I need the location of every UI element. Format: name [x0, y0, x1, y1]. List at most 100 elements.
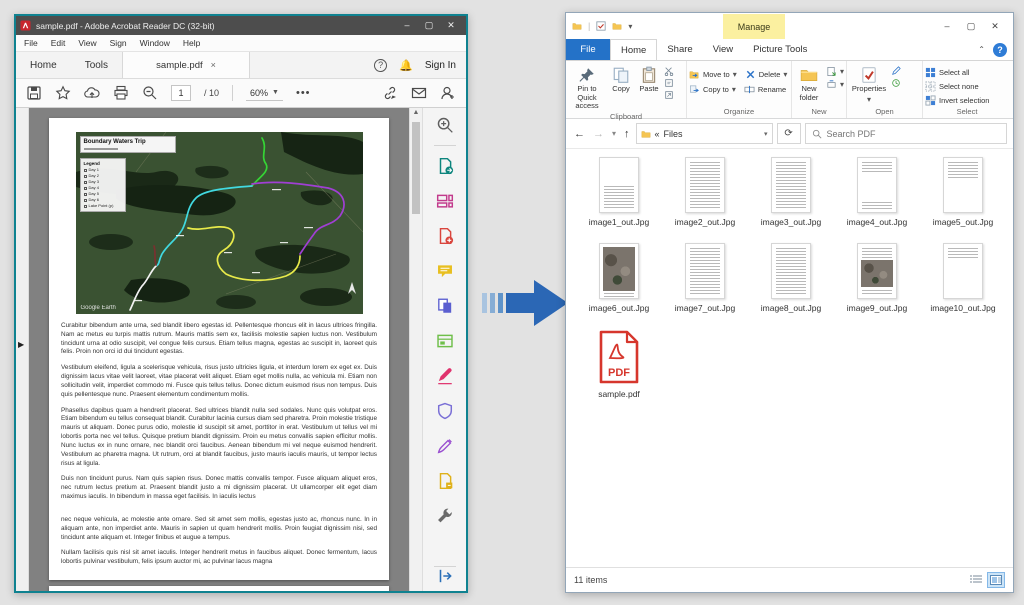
- breadcrumb-folder[interactable]: Files: [664, 129, 683, 139]
- chevron-down-icon[interactable]: ▾: [764, 130, 768, 138]
- details-view-button[interactable]: [967, 572, 985, 588]
- copy-to-button[interactable]: Copy to ▾: [689, 84, 736, 95]
- export-pdf-icon[interactable]: [436, 157, 454, 175]
- menu-item-help[interactable]: Help: [183, 38, 200, 48]
- pin-to-quick-access-button[interactable]: Pin to Quick access: [568, 64, 606, 111]
- create-pdf-icon[interactable]: [436, 227, 454, 245]
- file-thumbnail[interactable]: [771, 243, 811, 299]
- expand-tools-pane-icon[interactable]: [436, 567, 454, 585]
- save-icon[interactable]: [26, 85, 42, 101]
- cut-icon[interactable]: [664, 66, 674, 76]
- file-item[interactable]: image4_out.Jpg: [834, 157, 920, 239]
- file-thumbnail[interactable]: [599, 157, 639, 213]
- file-thumbnail[interactable]: [599, 243, 639, 299]
- menu-item-view[interactable]: View: [78, 38, 96, 48]
- file-thumbnail[interactable]: [943, 157, 983, 213]
- menu-item-file[interactable]: File: [24, 38, 38, 48]
- zoom-level-dropdown[interactable]: 60% ▼: [246, 86, 283, 101]
- delete-button[interactable]: Delete ▾: [745, 69, 787, 80]
- paste-button[interactable]: Paste: [636, 64, 662, 94]
- more-tools-icon[interactable]: [436, 507, 454, 525]
- account-person-icon[interactable]: [440, 85, 456, 101]
- rename-button[interactable]: Rename: [744, 84, 786, 95]
- menu-item-sign[interactable]: Sign: [110, 38, 127, 48]
- properties-button[interactable]: Properties ▾: [849, 64, 889, 104]
- tab-home[interactable]: Home: [16, 52, 71, 78]
- manage-contextual-tab[interactable]: Manage: [723, 14, 785, 39]
- file-thumbnail[interactable]: [685, 157, 725, 213]
- tab-picture-tools[interactable]: Picture Tools: [743, 39, 817, 60]
- nav-pane-strip[interactable]: ▶: [16, 108, 29, 591]
- copy-path-icon[interactable]: [664, 78, 674, 88]
- folder-icon[interactable]: [612, 21, 622, 31]
- menu-item-edit[interactable]: Edit: [51, 38, 66, 48]
- close-button[interactable]: ✕: [440, 20, 462, 31]
- thumbnail-view-button[interactable]: [987, 572, 1005, 588]
- file-item[interactable]: image7_out.Jpg: [662, 243, 748, 325]
- maximize-button[interactable]: ▢: [959, 21, 983, 32]
- document-tab[interactable]: sample.pdf ×: [122, 52, 251, 78]
- file-item[interactable]: image6_out.Jpg: [576, 243, 662, 325]
- page-number-input[interactable]: 1: [171, 85, 191, 101]
- organize-pages-icon[interactable]: [436, 192, 454, 210]
- expand-pane-icon[interactable]: ▶: [18, 340, 24, 349]
- file-thumbnail[interactable]: PDF: [596, 329, 642, 385]
- edit-pdf-icon[interactable]: [436, 332, 454, 350]
- copy-button[interactable]: Copy: [608, 64, 634, 94]
- file-item[interactable]: image2_out.Jpg: [662, 157, 748, 239]
- recent-locations-icon[interactable]: ▾: [610, 129, 618, 138]
- tab-tools[interactable]: Tools: [71, 52, 122, 78]
- email-icon[interactable]: [411, 85, 427, 101]
- file-item[interactable]: image10_out.Jpg: [920, 243, 1006, 325]
- menu-item-window[interactable]: Window: [140, 38, 170, 48]
- sign-in-button[interactable]: Sign In: [425, 60, 456, 71]
- invert-selection-button[interactable]: Invert selection: [925, 95, 989, 106]
- help-icon[interactable]: ?: [374, 58, 388, 72]
- up-button[interactable]: ↑: [622, 128, 632, 140]
- select-none-button[interactable]: Select none: [925, 81, 979, 92]
- new-folder-button[interactable]: New folder: [794, 64, 824, 102]
- combine-files-icon[interactable]: [436, 297, 454, 315]
- forward-button[interactable]: →: [591, 128, 606, 140]
- stamp-icon[interactable]: [436, 472, 454, 490]
- file-item[interactable]: PDF sample.pdf: [576, 329, 662, 411]
- close-button[interactable]: ✕: [983, 21, 1007, 32]
- minimize-button[interactable]: –: [935, 21, 959, 32]
- cloud-upload-icon[interactable]: [84, 85, 100, 101]
- star-favorites-icon[interactable]: [55, 85, 71, 101]
- help-icon[interactable]: ?: [993, 42, 1007, 57]
- document-tab-close-icon[interactable]: ×: [211, 60, 216, 70]
- select-all-button[interactable]: Select all: [925, 67, 969, 78]
- maximize-button[interactable]: ▢: [418, 20, 440, 31]
- vertical-scrollbar[interactable]: ▲: [409, 108, 422, 591]
- history-icon[interactable]: [891, 78, 901, 88]
- file-item[interactable]: image3_out.Jpg: [748, 157, 834, 239]
- tab-file[interactable]: File: [566, 39, 610, 60]
- tab-share[interactable]: Share: [657, 39, 702, 60]
- notification-bell-icon[interactable]: 🔔: [399, 59, 413, 72]
- breadcrumb[interactable]: « Files ▾: [635, 123, 773, 144]
- move-to-button[interactable]: Move to ▾: [689, 69, 737, 80]
- folder-icon[interactable]: [572, 21, 582, 31]
- scroll-up-icon[interactable]: ▲: [410, 109, 422, 116]
- comment-icon[interactable]: [436, 262, 454, 280]
- easy-access-button[interactable]: ▾: [826, 79, 844, 90]
- protect-icon[interactable]: [436, 402, 454, 420]
- checkbox-icon[interactable]: [596, 21, 606, 31]
- minimize-button[interactable]: –: [396, 20, 418, 31]
- search-input[interactable]: Search PDF: [804, 123, 1007, 144]
- file-thumbnail[interactable]: [771, 157, 811, 213]
- file-item[interactable]: image5_out.Jpg: [920, 157, 1006, 239]
- collapse-ribbon-icon[interactable]: ⌃: [978, 45, 985, 54]
- file-thumbnail[interactable]: [685, 243, 725, 299]
- file-thumbnail[interactable]: [857, 157, 897, 213]
- share-link-icon[interactable]: [382, 85, 398, 101]
- file-item[interactable]: image8_out.Jpg: [748, 243, 834, 325]
- print-icon[interactable]: [113, 85, 129, 101]
- fill-sign-icon[interactable]: [436, 367, 454, 385]
- new-item-button[interactable]: ▾: [826, 66, 844, 77]
- zoom-out-icon[interactable]: [142, 85, 158, 101]
- tab-home[interactable]: Home: [610, 39, 658, 60]
- scrollbar-thumb[interactable]: [412, 122, 420, 214]
- file-thumbnail[interactable]: [857, 243, 897, 299]
